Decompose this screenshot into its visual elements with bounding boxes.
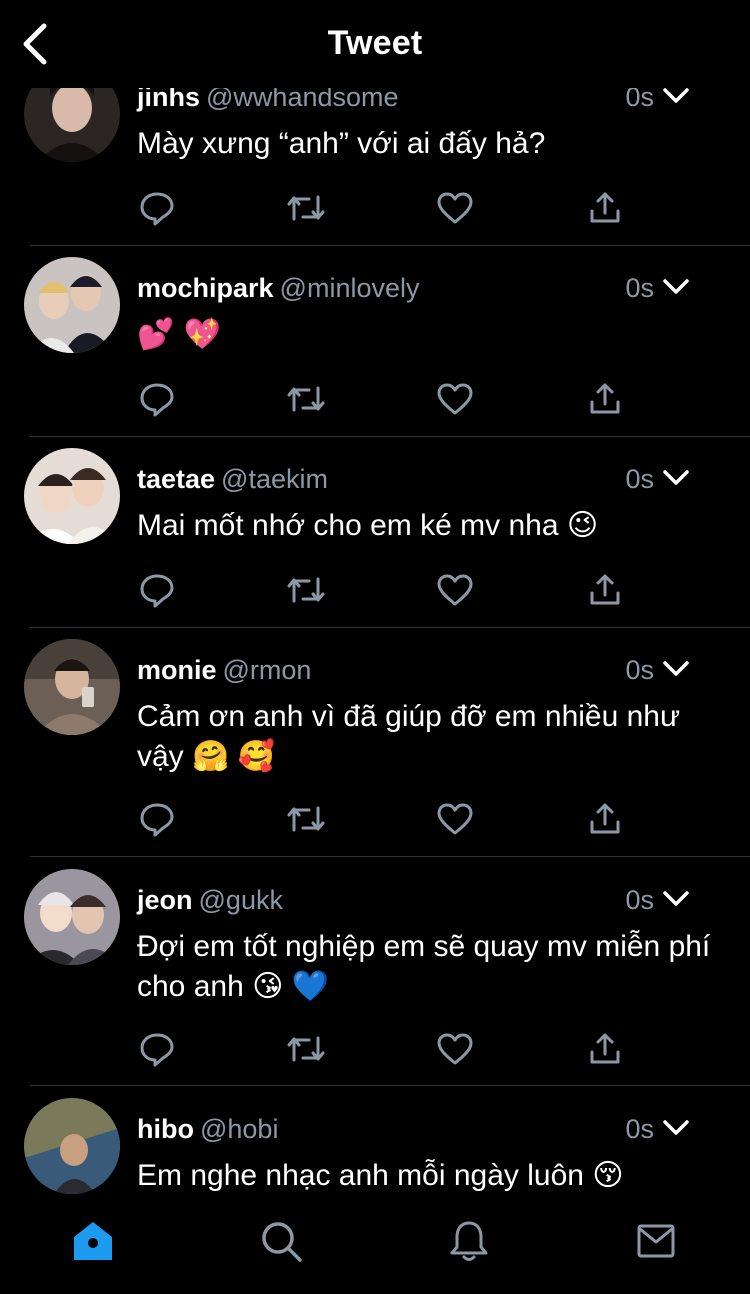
tab-search[interactable] (256, 1216, 306, 1266)
divider (30, 856, 750, 857)
tweet-time: 0s (625, 464, 654, 494)
tweet-time: 0s (625, 655, 654, 685)
tweet-text: Em nghe nhạc anh mỗi ngày luôn 😚 (137, 1159, 624, 1192)
retweet-button[interactable] (286, 188, 326, 228)
share-icon (590, 192, 620, 223)
reply-icon (140, 1033, 174, 1067)
share-icon (590, 574, 620, 605)
author-name[interactable]: monie (137, 655, 217, 685)
tweet-text: Mày xưng “anh” với ai đấy hả? (137, 127, 546, 160)
tweet-actions (137, 379, 637, 419)
chevron-down-icon[interactable] (662, 1118, 690, 1138)
bottom-tab-bar (0, 1194, 750, 1294)
page-title: Tweet (327, 24, 423, 62)
notifications-icon (450, 1221, 488, 1261)
tweet-meta: mochipark @minlovely 0s (137, 273, 720, 307)
author-handle[interactable]: @gukk (199, 885, 283, 915)
share-icon (590, 803, 620, 834)
divider (30, 1085, 750, 1086)
retweet-icon (287, 806, 325, 832)
reply-icon (140, 574, 174, 608)
retweet-icon (287, 1036, 325, 1062)
heart-icon (437, 192, 473, 224)
tweet-meta: monie @rmon 0s (137, 655, 720, 689)
top-bar: Tweet (0, 0, 750, 88)
heart-icon (437, 803, 473, 835)
reply-icon (140, 803, 174, 837)
chevron-down-icon[interactable] (662, 659, 690, 679)
tweet-time: 0s (625, 273, 654, 303)
author-handle[interactable]: @rmon (223, 655, 312, 685)
share-icon (590, 1033, 620, 1064)
tweet-time: 0s (625, 1114, 654, 1144)
retweet-button[interactable] (286, 570, 326, 610)
author-name[interactable]: taetae (137, 464, 215, 494)
tweet-text: 💕 💖 (137, 317, 222, 352)
reply-button[interactable] (137, 799, 177, 839)
heart-icon (437, 574, 473, 606)
chevron-down-icon[interactable] (662, 889, 690, 909)
share-button[interactable] (585, 570, 625, 610)
author-name[interactable]: hibo (137, 1114, 194, 1144)
like-button[interactable] (435, 1029, 475, 1069)
heart-icon (437, 1033, 473, 1065)
reply-icon (140, 192, 174, 226)
reply-button[interactable] (137, 379, 177, 419)
tweet-text: Đợi em tốt nghiệp em sẽ quay mv miễn phí… (137, 930, 711, 1003)
share-button[interactable] (585, 799, 625, 839)
avatar[interactable] (24, 1098, 120, 1194)
share-button[interactable] (585, 379, 625, 419)
tab-home[interactable] (68, 1216, 118, 1266)
author-name[interactable]: jeon (137, 885, 193, 915)
like-button[interactable] (435, 188, 475, 228)
tweet-meta: hibo @hobi 0s (137, 1114, 720, 1148)
author-handle[interactable]: @taekim (221, 464, 328, 494)
tweet-actions (137, 1029, 637, 1069)
tweet-meta: taetae @taekim 0s (137, 464, 720, 498)
divider (30, 627, 750, 628)
messages-icon (637, 1224, 675, 1258)
search-icon (262, 1222, 302, 1262)
reply-icon (140, 383, 174, 417)
chevron-down-icon[interactable] (662, 86, 690, 106)
avatar[interactable] (24, 639, 120, 735)
heart-icon (437, 383, 473, 415)
like-button[interactable] (435, 570, 475, 610)
tweet-actions (137, 188, 637, 228)
tweet-time: 0s (625, 885, 654, 915)
reply-button[interactable] (137, 188, 177, 228)
author-handle[interactable]: @minlovely (280, 273, 420, 303)
tab-messages[interactable] (631, 1216, 681, 1266)
tweet-actions (137, 799, 637, 839)
tweet-actions (137, 570, 637, 610)
tweet-meta: jeon @gukk 0s (137, 885, 720, 919)
tab-notifications[interactable] (444, 1216, 494, 1266)
tweet-text: Cảm ơn anh vì đã giúp đỡ em nhiều như vậ… (137, 700, 681, 773)
divider (30, 436, 750, 437)
tweet-text: Mai mốt nhớ cho em ké mv nha 😉 (137, 509, 599, 542)
author-name[interactable]: mochipark (137, 273, 274, 303)
share-button[interactable] (585, 188, 625, 228)
like-button[interactable] (435, 799, 475, 839)
retweet-icon (287, 386, 325, 412)
retweet-icon (287, 577, 325, 603)
avatar[interactable] (24, 257, 120, 353)
tweet-feed[interactable]: jinhs @wwhandsome 0s Mày xưng “anh” với a… (0, 60, 750, 1194)
chevron-down-icon[interactable] (662, 277, 690, 297)
retweet-icon (287, 195, 325, 221)
chevron-down-icon[interactable] (662, 468, 690, 488)
retweet-button[interactable] (286, 1029, 326, 1069)
share-button[interactable] (585, 1029, 625, 1069)
share-icon (590, 383, 620, 414)
home-icon (74, 1222, 112, 1260)
retweet-button[interactable] (286, 379, 326, 419)
avatar[interactable] (24, 448, 120, 544)
divider (30, 245, 750, 246)
reply-button[interactable] (137, 1029, 177, 1069)
like-button[interactable] (435, 379, 475, 419)
author-handle[interactable]: @hobi (200, 1114, 278, 1144)
avatar[interactable] (24, 869, 120, 965)
retweet-button[interactable] (286, 799, 326, 839)
reply-button[interactable] (137, 570, 177, 610)
